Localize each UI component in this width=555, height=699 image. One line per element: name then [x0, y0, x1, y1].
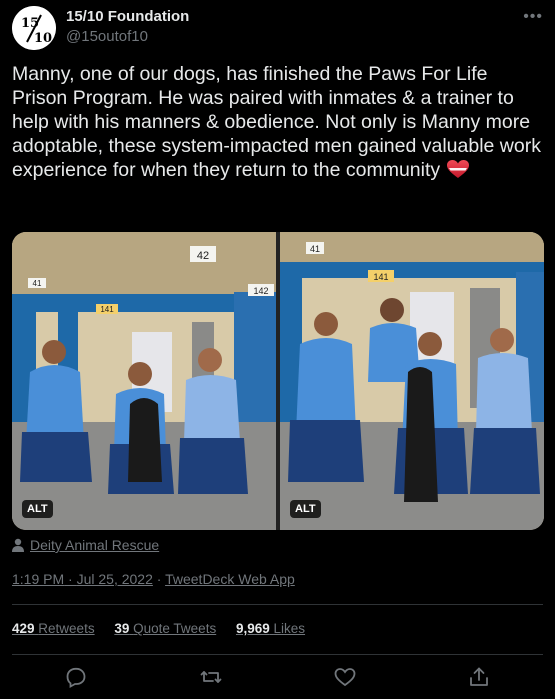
- photo-left[interactable]: 42 142 141 41 ALT: [12, 232, 276, 530]
- tweet-date[interactable]: Jul 25, 2022: [77, 571, 153, 587]
- likes-label: Likes: [273, 621, 306, 636]
- tweet-meta: 1:19 PM · Jul 25, 2022 · TweetDeck Web A…: [12, 571, 295, 587]
- alt-badge-left[interactable]: ALT: [22, 500, 53, 518]
- divider-top: [12, 604, 543, 605]
- retweets-count: 429: [12, 621, 35, 636]
- retweets-label: Retweets: [38, 621, 95, 636]
- tweet-time[interactable]: 1:19 PM: [12, 571, 64, 587]
- media-credit: Deity Animal Rescue: [12, 537, 159, 555]
- tweet-header: 15 10 15/10 Foundation @15outof10 •••: [12, 6, 543, 50]
- divider-bottom: [12, 654, 543, 655]
- avatar[interactable]: 15 10: [12, 6, 56, 50]
- sign-141: 141: [100, 305, 114, 314]
- person-icon: [12, 538, 24, 555]
- meta-sep-2: ·: [152, 571, 166, 587]
- likes-stat[interactable]: 9,969 Likes: [236, 621, 305, 636]
- quotes-count: 39: [114, 621, 130, 636]
- sign-141-right: 141: [373, 272, 388, 282]
- avatar-text-bottom: 10: [34, 31, 52, 46]
- tweet-media: 42 142 141 41 ALT 41 141 ALT: [12, 232, 544, 530]
- alt-badge-right[interactable]: ALT: [290, 500, 321, 518]
- like-icon[interactable]: [333, 665, 357, 689]
- quotes-label: Quote Tweets: [133, 621, 217, 636]
- tweet-source[interactable]: TweetDeck Web App: [165, 571, 295, 587]
- sign-41-right: 41: [310, 244, 320, 254]
- sign-42: 42: [197, 250, 209, 262]
- likes-count: 9,969: [235, 621, 270, 636]
- heart-emoji-icon: [446, 159, 470, 185]
- display-name[interactable]: 15/10 Foundation: [66, 8, 189, 25]
- share-icon[interactable]: [467, 665, 491, 689]
- tweet-stats: 429 Retweets 39 Quote Tweets 9,969 Likes: [12, 621, 321, 636]
- tweet-text: Manny, one of our dogs, has finished the…: [12, 62, 548, 185]
- tweet-actions: [0, 662, 555, 692]
- sign-41: 41: [33, 279, 42, 288]
- reply-icon[interactable]: [64, 665, 88, 689]
- handle[interactable]: @15outof10: [66, 28, 148, 45]
- credit-link[interactable]: Deity Animal Rescue: [30, 537, 159, 553]
- meta-sep-1: ·: [64, 571, 77, 587]
- retweet-icon[interactable]: [199, 665, 223, 689]
- more-options-icon[interactable]: •••: [523, 8, 543, 26]
- photo-right[interactable]: 41 141 ALT: [280, 232, 544, 530]
- quotes-stat[interactable]: 39 Quote Tweets: [114, 621, 216, 636]
- retweets-stat[interactable]: 429 Retweets: [12, 621, 95, 636]
- sign-142: 142: [253, 286, 268, 296]
